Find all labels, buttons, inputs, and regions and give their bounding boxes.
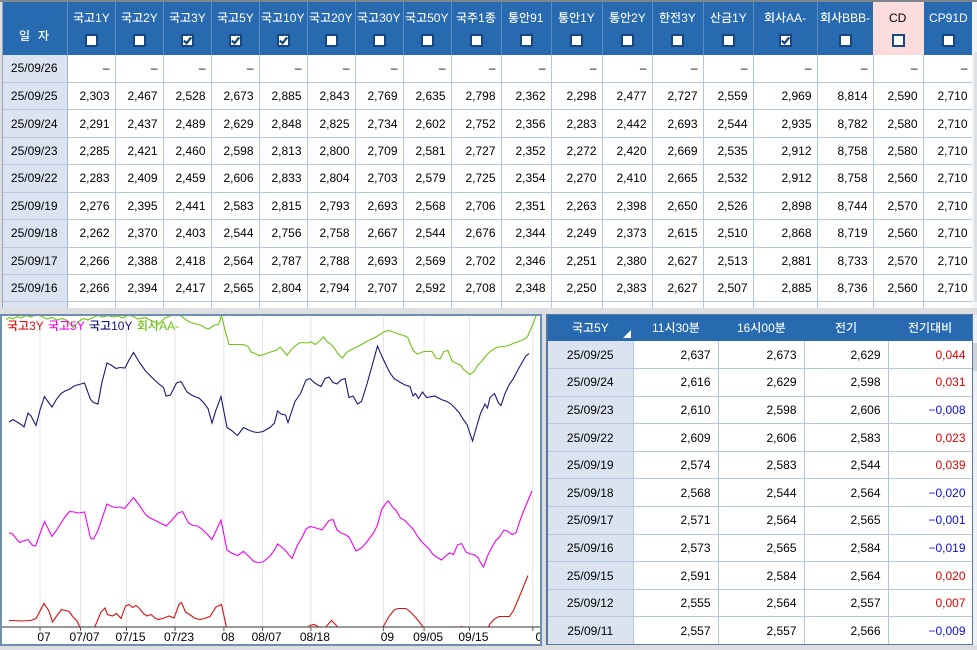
svg-text:00: 00 <box>761 321 775 335</box>
svg-text:10Y: 10Y <box>111 319 132 333</box>
svg-text:07/15: 07/15 <box>115 630 145 644</box>
svg-text:BBB-: BBB- <box>842 11 870 25</box>
svg-text:08/18: 08/18 <box>300 630 330 644</box>
svg-text:09: 09 <box>381 630 395 644</box>
svg-text:11: 11 <box>652 321 665 335</box>
svg-text:91: 91 <box>530 11 544 25</box>
svg-text:07/07: 07/07 <box>69 630 99 644</box>
svg-text:1Y: 1Y <box>732 11 747 25</box>
svg-text:08/07: 08/07 <box>252 630 282 644</box>
svg-text:3Y: 3Y <box>681 11 696 25</box>
svg-text:10Y: 10Y <box>283 11 304 25</box>
svg-text:50Y: 50Y <box>427 11 448 25</box>
svg-text:08: 08 <box>221 630 235 644</box>
svg-text:07/23: 07/23 <box>164 630 194 644</box>
svg-text:CP91D: CP91D <box>929 11 968 25</box>
svg-text:1Y: 1Y <box>95 11 110 25</box>
svg-text:1Y: 1Y <box>580 11 595 25</box>
svg-text:30: 30 <box>675 321 689 335</box>
svg-text:09/15: 09/15 <box>458 630 488 644</box>
svg-text:0: 0 <box>535 630 540 644</box>
svg-text:AA-: AA- <box>786 11 806 25</box>
svg-text:AA-: AA- <box>159 319 179 333</box>
svg-text:1: 1 <box>478 11 485 25</box>
svg-text:5Y: 5Y <box>239 11 254 25</box>
svg-text:CD: CD <box>889 11 907 25</box>
svg-text:5Y: 5Y <box>70 319 85 333</box>
svg-text:5Y: 5Y <box>594 321 609 335</box>
svg-text:2Y: 2Y <box>631 11 646 25</box>
svg-text:20Y: 20Y <box>331 11 352 25</box>
svg-text:2Y: 2Y <box>143 11 158 25</box>
svg-text:16: 16 <box>737 321 751 335</box>
svg-text:07: 07 <box>37 630 51 644</box>
svg-text:3Y: 3Y <box>29 319 44 333</box>
svg-text:3Y: 3Y <box>191 11 206 25</box>
svg-text:09/05: 09/05 <box>413 630 443 644</box>
svg-text:30Y: 30Y <box>379 11 400 25</box>
